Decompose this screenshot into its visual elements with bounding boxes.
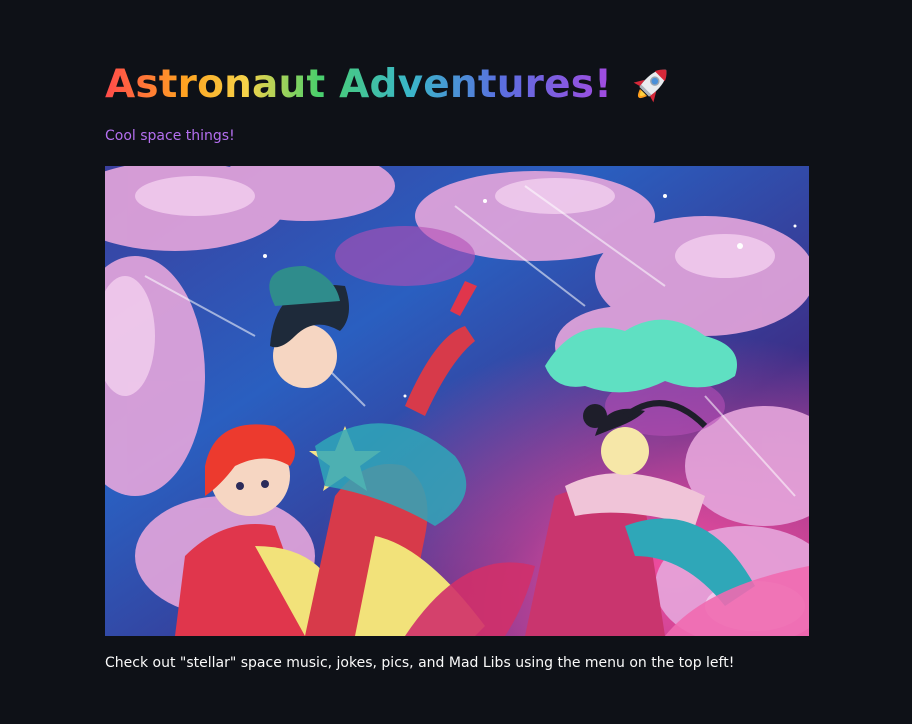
app-root: Astronaut Adventures! Cool space things!…: [0, 0, 912, 724]
page-header: Astronaut Adventures!: [105, 55, 676, 113]
hero-image: [105, 166, 809, 636]
page-subtitle: Cool space things!: [105, 128, 235, 144]
rocket-icon: [628, 60, 676, 108]
page-title: Astronaut Adventures!: [105, 61, 613, 107]
caption-text: Check out "stellar" space music, jokes, …: [105, 655, 735, 671]
